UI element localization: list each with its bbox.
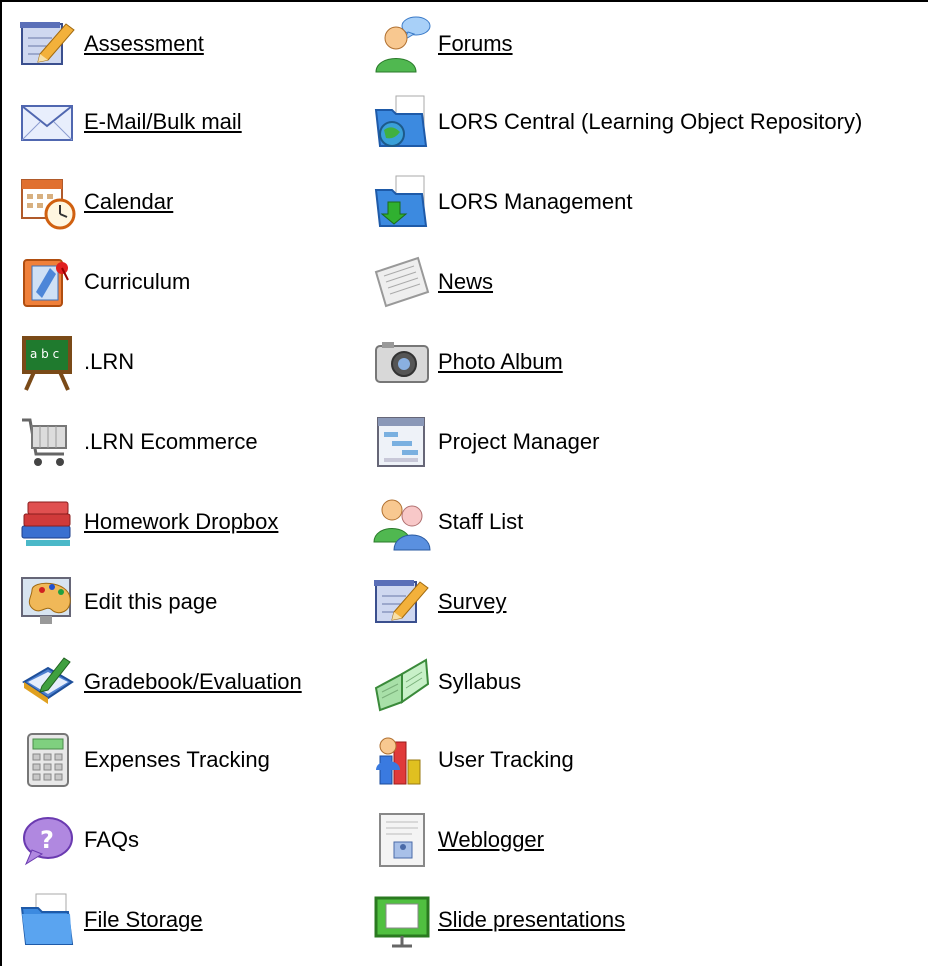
- applet-label: Project Manager: [438, 429, 600, 454]
- email-icon: [18, 92, 78, 152]
- applet-lors-management[interactable]: LORS Management: [372, 170, 632, 234]
- weblog-icon: [372, 810, 432, 870]
- applet-lors-central[interactable]: LORS Central (Learning Object Repository…: [372, 90, 862, 154]
- applet-weblogger[interactable]: Weblogger: [372, 808, 544, 872]
- applet-staff-list[interactable]: Staff List: [372, 490, 523, 554]
- applet-label: FAQs: [84, 827, 140, 852]
- calculator-icon: [18, 730, 78, 790]
- question-bubble-icon: ?: [18, 810, 78, 870]
- survey-icon: [372, 572, 432, 632]
- curriculum-icon: [18, 252, 78, 312]
- bar-chart-icon: [372, 730, 432, 790]
- applet-label[interactable]: Forums: [438, 32, 513, 56]
- applet-syllabus[interactable]: Syllabus: [372, 650, 521, 714]
- shopping-cart-icon: [18, 412, 78, 472]
- applet-label[interactable]: E-Mail/Bulk mail: [84, 110, 242, 134]
- applet-label: Expenses Tracking: [84, 747, 270, 772]
- applet-curriculum[interactable]: Curriculum: [18, 250, 190, 314]
- calendar-icon: [18, 172, 78, 232]
- applet-assessment[interactable]: Assessment: [18, 12, 204, 76]
- applet-gradebook[interactable]: Gradebook/Evaluation: [18, 650, 302, 714]
- applet-label[interactable]: Homework Dropbox: [84, 510, 278, 534]
- applet-label: Syllabus: [438, 669, 522, 694]
- applet-label: .LRN: [84, 349, 135, 374]
- applet-lrn-ecommerce[interactable]: .LRN Ecommerce: [18, 410, 258, 474]
- newspaper-icon: [372, 252, 432, 312]
- applet-homework-dropbox[interactable]: Homework Dropbox: [18, 490, 278, 554]
- applet-user-tracking[interactable]: User Tracking: [372, 728, 574, 792]
- applet-label[interactable]: Calendar: [84, 190, 173, 214]
- applet-label: .LRN Ecommerce: [84, 429, 258, 454]
- applet-label[interactable]: Assessment: [84, 32, 204, 56]
- applet-label[interactable]: Photo Album: [438, 350, 563, 374]
- applet-email[interactable]: E-Mail/Bulk mail: [18, 90, 242, 154]
- applet-label[interactable]: Slide presentations: [438, 908, 625, 932]
- books-icon: [18, 492, 78, 552]
- applet-label[interactable]: File Storage: [84, 908, 203, 932]
- applet-project-manager[interactable]: Project Manager: [372, 410, 599, 474]
- applet-edit-page[interactable]: Edit this page: [18, 570, 217, 634]
- svg-text:?: ?: [40, 826, 54, 854]
- applet-slide-presentations[interactable]: Slide presentations: [372, 888, 625, 952]
- folder-arrow-icon: [372, 172, 432, 232]
- applet-label: LORS Central (Learning Object Repository…: [438, 109, 863, 134]
- applet-calendar[interactable]: Calendar: [18, 170, 173, 234]
- open-book-icon: [372, 652, 432, 712]
- applet-label[interactable]: News: [438, 270, 493, 294]
- applet-news[interactable]: News: [372, 250, 493, 314]
- chalkboard-icon: a b c: [18, 332, 78, 392]
- assessment-icon: [18, 14, 78, 74]
- folder-icon: [18, 890, 78, 950]
- applet-label[interactable]: Weblogger: [438, 828, 544, 852]
- applet-forums[interactable]: Forums: [372, 12, 513, 76]
- applet-label: Edit this page: [84, 589, 218, 614]
- applet-label: LORS Management: [438, 189, 633, 214]
- applet-expenses-tracking[interactable]: Expenses Tracking: [18, 728, 270, 792]
- folder-globe-icon: [372, 92, 432, 152]
- presentation-icon: [372, 890, 432, 950]
- applet-label: Curriculum: [84, 269, 191, 294]
- applet-file-storage[interactable]: File Storage: [18, 888, 203, 952]
- applet-survey[interactable]: Survey: [372, 570, 506, 634]
- applet-faqs[interactable]: ? FAQs: [18, 808, 139, 872]
- project-chart-icon: [372, 412, 432, 472]
- paint-palette-icon: [18, 572, 78, 632]
- camera-icon: [372, 332, 432, 392]
- users-icon: [372, 492, 432, 552]
- svg-text:a b c: a b c: [30, 347, 59, 361]
- applet-photo-album[interactable]: Photo Album: [372, 330, 563, 394]
- applet-label: User Tracking: [438, 747, 574, 772]
- forum-user-icon: [372, 14, 432, 74]
- applet-label[interactable]: Gradebook/Evaluation: [84, 670, 302, 694]
- gradebook-icon: [18, 652, 78, 712]
- applet-lrn[interactable]: a b c .LRN: [18, 330, 134, 394]
- applet-label[interactable]: Survey: [438, 590, 506, 614]
- applet-label: Staff List: [438, 509, 524, 534]
